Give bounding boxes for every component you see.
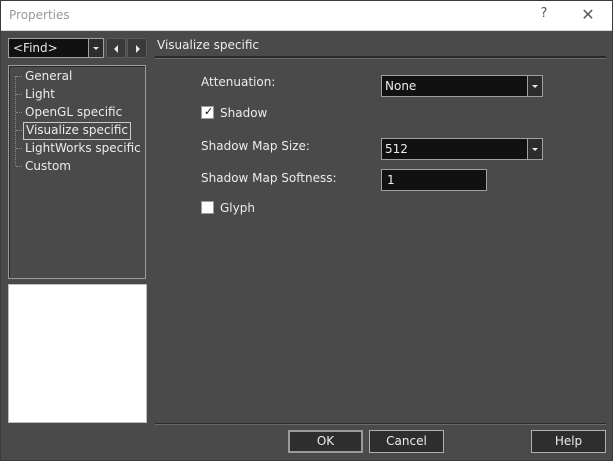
tree-connector <box>16 148 22 149</box>
shadow-map-size-value: 512 <box>385 142 408 156</box>
glyph-checkbox[interactable] <box>201 201 214 214</box>
property-tree[interactable]: General Light OpenGL specific Visualize … <box>8 65 146 279</box>
window-title: Properties <box>9 8 70 22</box>
preview-pane <box>8 284 147 423</box>
shadow-checkbox[interactable]: ✓ <box>201 106 214 119</box>
title-bar: Properties ? ✕ <box>0 0 613 31</box>
ok-button[interactable]: OK <box>288 430 363 453</box>
shadow-map-softness-value: 1 <box>387 173 395 187</box>
chevron-down-icon <box>93 47 99 50</box>
shadow-map-size-dropdown-button[interactable] <box>527 139 542 159</box>
shadow-map-softness-label: Shadow Map Softness: <box>201 171 337 185</box>
tree-item-custom[interactable]: Custom <box>23 158 73 174</box>
tree-item-opengl-specific[interactable]: OpenGL specific <box>23 104 124 120</box>
chevron-down-icon <box>532 148 538 151</box>
attenuation-select[interactable]: None <box>381 75 543 97</box>
section-title: Visualize specific <box>157 38 259 52</box>
shadow-map-softness-input[interactable]: 1 <box>381 169 487 191</box>
find-combo-value: <Find> <box>13 41 58 55</box>
tree-item-visualize-specific[interactable]: Visualize specific <box>23 122 131 140</box>
find-dropdown-button[interactable] <box>88 39 103 57</box>
arrow-left-icon <box>114 45 118 53</box>
attenuation-value: None <box>385 79 417 93</box>
shadow-map-size-label: Shadow Map Size: <box>201 139 310 153</box>
section-divider <box>155 56 606 59</box>
tree-connector <box>16 112 22 113</box>
attenuation-label: Attenuation: <box>201 75 276 89</box>
glyph-label: Glyph <box>220 201 255 215</box>
close-icon[interactable]: ✕ <box>578 5 598 25</box>
previous-button[interactable] <box>106 38 126 58</box>
tree-connector <box>16 94 22 95</box>
tree-item-general[interactable]: General <box>23 68 74 84</box>
help-button[interactable]: Help <box>531 430 606 453</box>
tree-connector <box>16 130 22 131</box>
next-button[interactable] <box>127 38 147 58</box>
shadow-map-size-select[interactable]: 512 <box>381 138 543 160</box>
arrow-right-icon <box>136 45 140 53</box>
cancel-button[interactable]: Cancel <box>369 430 444 453</box>
tree-connector <box>16 166 22 167</box>
tree-connector <box>16 76 22 77</box>
tree-item-lightworks-specific[interactable]: LightWorks specific <box>23 140 143 156</box>
check-icon: ✓ <box>204 105 214 118</box>
tree-connector <box>15 76 16 166</box>
shadow-label: Shadow <box>220 106 268 120</box>
help-icon[interactable]: ? <box>537 6 551 24</box>
footer-divider <box>155 423 606 425</box>
chevron-down-icon <box>532 85 538 88</box>
find-combo[interactable]: <Find> <box>8 38 104 58</box>
attenuation-dropdown-button[interactable] <box>527 76 542 96</box>
tree-item-light[interactable]: Light <box>23 86 57 102</box>
